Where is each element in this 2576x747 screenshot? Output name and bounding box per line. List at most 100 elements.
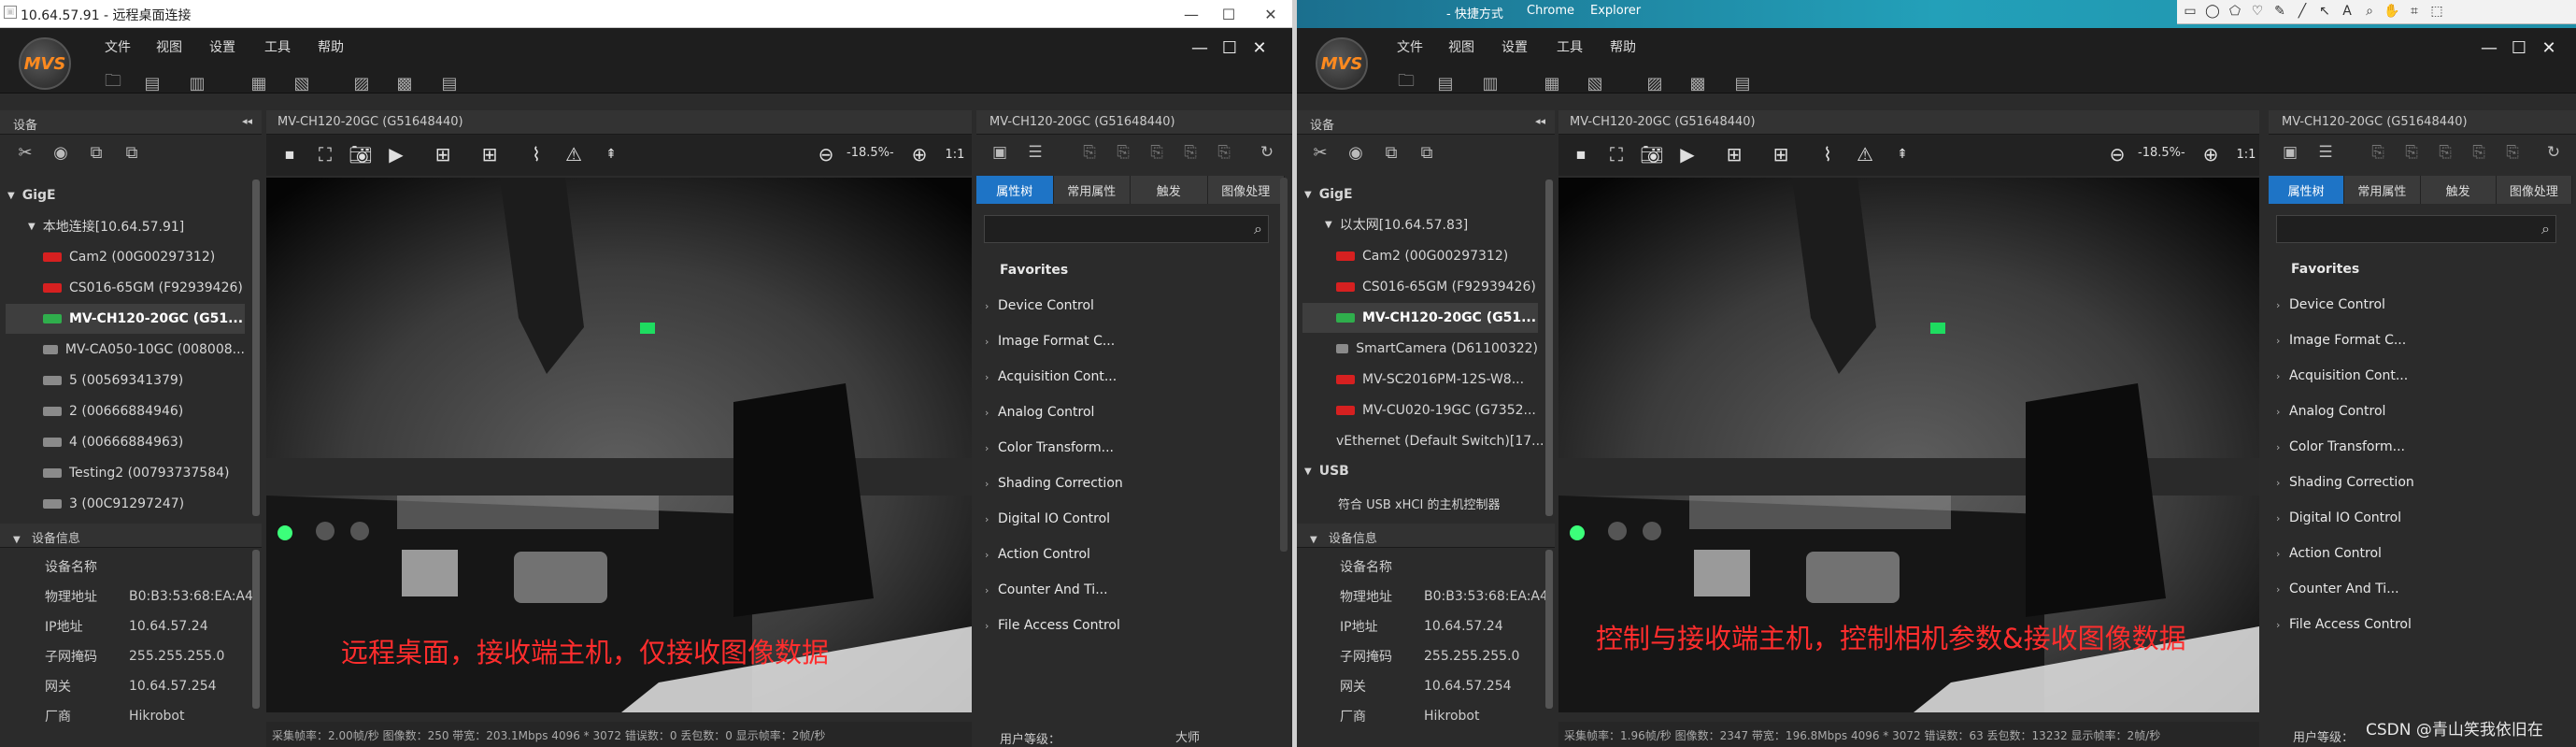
warning-icon[interactable]: ⚠: [557, 138, 591, 170]
property-category[interactable]: › Counter And Ti...: [985, 582, 1108, 597]
maximize-button[interactable]: ☐: [2506, 36, 2532, 60]
property-category[interactable]: › Device Control: [2276, 297, 2385, 312]
zoom-in-icon[interactable]: ⊕: [2194, 138, 2227, 170]
chart-icon[interactable]: ▩: [1684, 71, 1712, 95]
open-folder-icon[interactable]: 🗀: [1392, 71, 1420, 95]
search-icon[interactable]: ⌕: [2541, 220, 2550, 238]
tab-image-processing[interactable]: 图像处理: [1207, 176, 1285, 204]
camera-tree-icon[interactable]: ▣: [2276, 138, 2304, 166]
device-item[interactable]: MV-CA050-10GC (008008...: [6, 335, 245, 365]
tab-common[interactable]: 常用属性: [2344, 176, 2421, 204]
menu-file[interactable]: 文件: [105, 37, 131, 56]
property-search-input[interactable]: ⌕: [984, 215, 1269, 243]
property-category[interactable]: › Action Control: [2276, 546, 2382, 561]
device-item[interactable]: MV-CU020-19GC (G7352...: [1302, 395, 1538, 425]
stop-icon[interactable]: ◉: [1342, 138, 1370, 166]
zoom-out-icon[interactable]: ⊖: [809, 138, 843, 170]
chart-icon[interactable]: ▩: [391, 71, 419, 95]
image-icon[interactable]: ▧: [1581, 71, 1609, 95]
waveform-icon[interactable]: ▨: [1641, 71, 1669, 95]
save-icon[interactable]: ▤: [1431, 71, 1459, 95]
grid-icon[interactable]: ⊞: [1717, 138, 1751, 170]
device-list-icon[interactable]: ▦: [1538, 71, 1566, 95]
rgb-icon[interactable]: ⇞: [1886, 138, 1919, 170]
document-icon[interactable]: ▤: [435, 71, 463, 95]
device-item[interactable]: CS016-65GM (F92939426): [6, 273, 245, 303]
rectangle-icon[interactable]: ▭: [2181, 2, 2199, 21]
tab-property-tree[interactable]: 属性树: [2269, 176, 2345, 204]
polygon-icon[interactable]: ⬠: [2226, 2, 2244, 21]
property-category[interactable]: › Image Format C...: [985, 334, 1115, 349]
menu-view[interactable]: 视图: [1448, 37, 1474, 56]
save-param-icon[interactable]: ⎘: [2465, 138, 2493, 166]
maximize-button[interactable]: ☐: [1217, 36, 1243, 60]
device-item[interactable]: MV-CH120-20GC (G51...: [1302, 303, 1538, 333]
property-category[interactable]: › Digital IO Control: [985, 511, 1110, 526]
device-item[interactable]: vEthernet (Default Switch)[17...: [1302, 426, 1544, 456]
property-category[interactable]: › Color Transform...: [985, 440, 1114, 455]
tab-property-tree[interactable]: 属性树: [976, 176, 1054, 204]
tab-trigger[interactable]: 触发: [1131, 176, 1208, 204]
histogram-icon[interactable]: ⌇: [519, 138, 553, 170]
camera-tree-icon[interactable]: ▣: [986, 138, 1014, 166]
waveform-icon[interactable]: ▨: [348, 71, 376, 95]
camera-icon[interactable]: 📷︎: [344, 138, 377, 170]
property-search-input[interactable]: ⌕: [2276, 215, 2556, 243]
save-as-icon[interactable]: ▥: [1476, 71, 1504, 95]
menu-settings[interactable]: 设置: [209, 37, 235, 56]
menu-tools[interactable]: 工具: [1557, 37, 1583, 56]
pen-icon[interactable]: ✎: [2270, 2, 2289, 21]
refresh-icon[interactable]: ↻: [2540, 138, 2568, 166]
device-item[interactable]: 5 (00569341379): [6, 366, 245, 395]
live-image[interactable]: 远程桌面，接收端主机，仅接收图像数据: [266, 178, 972, 712]
rdp-close-button[interactable]: ✕: [1252, 0, 1289, 28]
device-list-icon[interactable]: ▦: [245, 71, 273, 95]
import-icon[interactable]: ⎘: [2364, 138, 2392, 166]
zoom-in-icon[interactable]: ⊕: [903, 138, 936, 170]
refresh-icon[interactable]: ↻: [1253, 138, 1281, 166]
minimize-button[interactable]: —: [1187, 36, 1213, 60]
crosshair-icon[interactable]: ⛶: [308, 138, 342, 170]
property-category[interactable]: › File Access Control: [2276, 617, 2412, 632]
search-icon[interactable]: ⌕: [1254, 220, 1262, 238]
tree-network[interactable]: ▼ 以太网[10.64.57.83]: [1325, 209, 1468, 239]
list-icon[interactable]: ☰: [1021, 138, 1049, 166]
device-scrollbar[interactable]: [1545, 180, 1553, 516]
chrome-label[interactable]: Chrome: [1527, 4, 1574, 18]
property-category[interactable]: › File Access Control: [985, 618, 1120, 633]
crosshair-icon[interactable]: ⛶: [1600, 138, 1633, 170]
grid-icon[interactable]: ⊞: [426, 138, 460, 170]
load-param-icon[interactable]: ⎘: [2498, 138, 2526, 166]
menu-file[interactable]: 文件: [1397, 37, 1423, 56]
menu-tools[interactable]: 工具: [264, 37, 291, 56]
collapse-icon[interactable]: ◂◂: [1535, 115, 1545, 127]
menu-view[interactable]: 视图: [156, 37, 182, 56]
property-category[interactable]: › Analog Control: [2276, 404, 2385, 419]
grid-fine-icon[interactable]: ⊞: [473, 138, 506, 170]
copy-icon[interactable]: ⧉: [82, 138, 110, 166]
export-icon[interactable]: ⎘: [2398, 138, 2426, 166]
info-scrollbar[interactable]: [252, 550, 260, 709]
live-image[interactable]: 控制与接收端主机，控制相机参数&接收图像数据: [1558, 178, 2259, 712]
stop-grab-icon[interactable]: ⏹: [273, 138, 306, 170]
save-icon[interactable]: ▤: [138, 71, 166, 95]
device-item[interactable]: 2 (00666884946): [6, 396, 245, 426]
user-level-value[interactable]: 大师: [1175, 727, 1200, 745]
disconnect-icon[interactable]: ✂: [11, 138, 39, 166]
tree-network[interactable]: ▼ 本地连接[10.64.57.91]: [28, 211, 184, 241]
document-icon[interactable]: ▤: [1729, 71, 1757, 95]
multi-copy-icon[interactable]: ⧉: [118, 138, 146, 166]
device-item[interactable]: MV-SC2016PM-12S-W8...: [1302, 365, 1538, 395]
crop-icon[interactable]: ⌗: [2405, 2, 2424, 21]
export-icon[interactable]: ⎘: [1109, 138, 1137, 166]
open-folder-icon[interactable]: 🗀: [99, 71, 127, 95]
property-category[interactable]: › Digital IO Control: [2276, 510, 2401, 525]
tree-gige[interactable]: ▼ GigE: [1304, 180, 1353, 209]
save-param-icon[interactable]: ⎘: [1176, 138, 1204, 166]
actual-size-icon[interactable]: 1:1: [2229, 138, 2263, 170]
camera-icon[interactable]: 📷︎: [1635, 138, 1669, 170]
multi-copy-icon[interactable]: ⧉: [1413, 138, 1441, 166]
menu-settings[interactable]: 设置: [1501, 37, 1528, 56]
explorer-label[interactable]: Explorer: [1590, 4, 1641, 18]
ellipse-icon[interactable]: ◯: [2203, 2, 2222, 21]
